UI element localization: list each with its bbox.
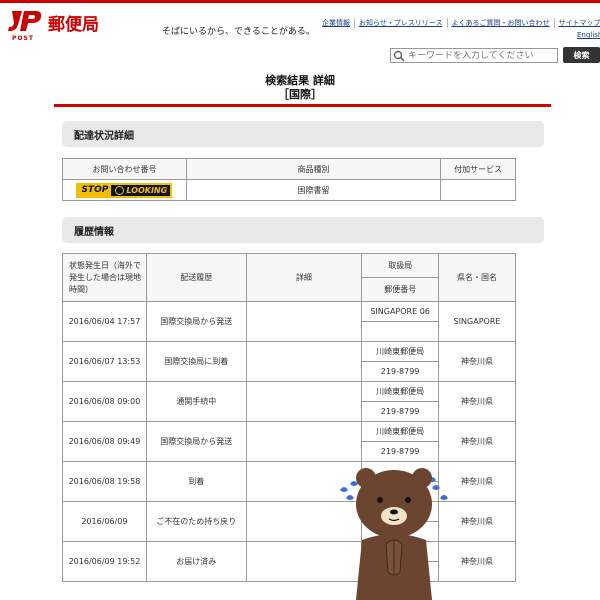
title-divider — [54, 104, 551, 107]
date-cell: 2016/06/08 09:49 — [62, 421, 147, 462]
table-header-row: お問い合わせ番号 商品種別 付加サービス — [62, 158, 516, 180]
header-extra-service: 付加サービス — [440, 158, 516, 180]
header-product-type: 商品種別 — [185, 158, 442, 180]
nav-link-sitemap[interactable]: サイトマップ — [555, 18, 600, 28]
status-cell: 国際交換局に到着 — [145, 341, 247, 382]
nav-link-faq[interactable]: よくあるご質問・お問い合わせ — [448, 18, 555, 28]
no-sign-icon — [115, 185, 125, 195]
top-navigation: 企業情報 お知らせ・プレスリリース よくあるご質問・お問い合わせ サイトマップ — [318, 18, 600, 28]
logo-post-text: POST — [12, 34, 34, 42]
header-postcode: 郵便番号 — [361, 277, 440, 302]
table-row: 2016/06/04 17:57 国際交換局から発送 SINGAPORE 06 SIN… — [62, 301, 516, 342]
banner-looking-text: LOOKING — [126, 185, 168, 195]
header-region: 県名・国名 — [438, 253, 516, 302]
jp-post-logo[interactable]: POST 郵便局 — [8, 8, 99, 42]
postcode-cell: 219-8799 — [361, 401, 440, 422]
table-row: 2016/06/08 09:00 通関手続中 川崎東郵便局 神奈川県 — [62, 381, 516, 422]
date-cell: 2016/06/08 19:58 — [62, 461, 147, 502]
date-cell: 2016/06/09 — [62, 501, 147, 542]
status-cell: 通関手続中 — [145, 381, 247, 422]
office-cell: SINGAPORE 06 — [361, 301, 440, 322]
date-cell: 2016/06/04 17:57 — [62, 301, 147, 342]
status-cell: お届け済み — [145, 541, 247, 582]
header-office: 取扱局 — [361, 253, 440, 278]
logo-text: 郵便局 — [48, 15, 99, 35]
header-date: 状態発生日（海外で発生した場合は現地時間） — [62, 253, 147, 302]
jp-logo-mark-icon: POST — [8, 9, 42, 42]
status-cell: ご不在のため持ち戻り — [145, 501, 247, 542]
status-cell: 国際交換局から発送 — [145, 301, 247, 342]
section-heading-delivery-status: 配達状況詳細 — [62, 121, 544, 147]
region-cell: 神奈川県 — [438, 341, 516, 382]
office-cell: 川崎東郵便局 — [361, 381, 440, 402]
nav-link-news[interactable]: お知らせ・プレスリリース — [355, 18, 448, 28]
tagline: そばにいるから、できることがある。 — [162, 27, 315, 37]
table-row: 2016/06/08 09:49 国際交換局から発送 川崎東郵便局 神奈川県 — [62, 421, 516, 462]
search-input[interactable] — [408, 50, 553, 61]
nav-link-company[interactable]: 企業情報 — [318, 18, 355, 28]
postcode-cell: 219-8799 — [361, 441, 440, 462]
detail-cell — [245, 421, 363, 462]
brown-bear-sticker — [336, 460, 452, 600]
page-title-main: 検索結果 詳細 — [265, 74, 335, 87]
detail-cell — [245, 341, 363, 382]
header-detail: 詳細 — [245, 253, 363, 302]
table-row: STOP LOOKING 国際書留 — [62, 179, 516, 201]
detail-cell — [245, 381, 363, 422]
extra-service-cell — [440, 179, 516, 201]
status-cell: 国際交換局から発送 — [145, 421, 247, 462]
postcode-cell — [361, 321, 440, 342]
region-cell: SINGAPORE — [438, 301, 516, 342]
region-cell: 神奈川県 — [438, 381, 516, 422]
search-button[interactable]: 検索 — [563, 47, 600, 63]
header-tracking-number: お問い合わせ番号 — [62, 158, 187, 180]
tracking-number-cell: STOP LOOKING — [62, 179, 187, 201]
banner-stop-text: STOP — [78, 184, 112, 196]
english-link[interactable]: English — [577, 31, 600, 39]
office-cell: 川崎東郵便局 — [361, 341, 440, 362]
stop-looking-banner: STOP LOOKING — [76, 182, 173, 198]
table-row: 2016/06/07 13:53 国際交換局に到着 川崎東郵便局 神奈川県 — [62, 341, 516, 382]
search-icon — [393, 50, 405, 62]
product-type-cell: 国際書留 — [185, 179, 442, 201]
region-cell: 神奈川県 — [438, 421, 516, 462]
page-title-sub: ［国際］ — [278, 88, 322, 101]
table-header-row: 状態発生日（海外で発生した場合は現地時間） 配送履歴 詳細 取扱局 県名・国名 — [62, 253, 516, 302]
date-cell: 2016/06/08 09:00 — [62, 381, 147, 422]
postcode-cell: 219-8799 — [361, 361, 440, 382]
top-accent-bar — [0, 0, 600, 3]
header-status: 配送履歴 — [145, 253, 247, 302]
date-cell: 2016/06/09 19:52 — [62, 541, 147, 582]
history-table: 状態発生日（海外で発生した場合は現地時間） 配送履歴 詳細 取扱局 県名・国名 … — [62, 253, 516, 302]
office-cell: 川崎東郵便局 — [361, 421, 440, 442]
section-heading-history: 履歴情報 — [62, 217, 544, 243]
date-cell: 2016/06/07 13:53 — [62, 341, 147, 382]
page-title: 検索結果 詳細 ［国際］ — [0, 74, 600, 102]
status-cell: 到着 — [145, 461, 247, 502]
delivery-status-table: お問い合わせ番号 商品種別 付加サービス STOP LOOKING 国際書留 — [62, 158, 516, 201]
search-box[interactable] — [390, 48, 558, 63]
detail-cell — [245, 301, 363, 342]
